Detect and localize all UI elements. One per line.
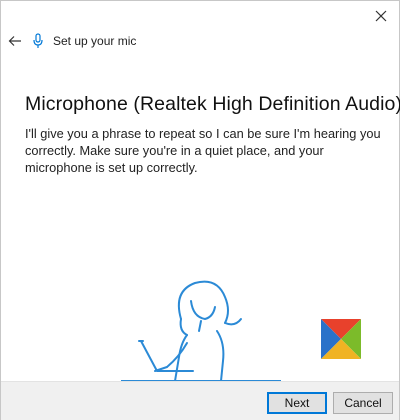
close-button[interactable]	[369, 5, 393, 27]
title-bar: Set up your mic	[1, 27, 399, 55]
dialog-footer: Next Cancel	[1, 381, 399, 420]
next-button[interactable]: Next	[267, 392, 327, 414]
page-heading: Microphone (Realtek High Definition Audi…	[25, 93, 400, 115]
person-at-laptop-illustration	[121, 280, 281, 382]
windows-club-logo	[321, 319, 361, 359]
instruction-text: I'll give you a phrase to repeat so I ca…	[25, 126, 381, 175]
cancel-button[interactable]: Cancel	[333, 392, 393, 414]
back-arrow-icon	[8, 36, 21, 46]
close-icon	[375, 10, 387, 22]
dialog-window: Set up your mic Microphone (Realtek High…	[0, 0, 400, 420]
back-button[interactable]	[5, 31, 25, 51]
window-title: Set up your mic	[53, 34, 137, 48]
microphone-icon	[33, 33, 47, 49]
